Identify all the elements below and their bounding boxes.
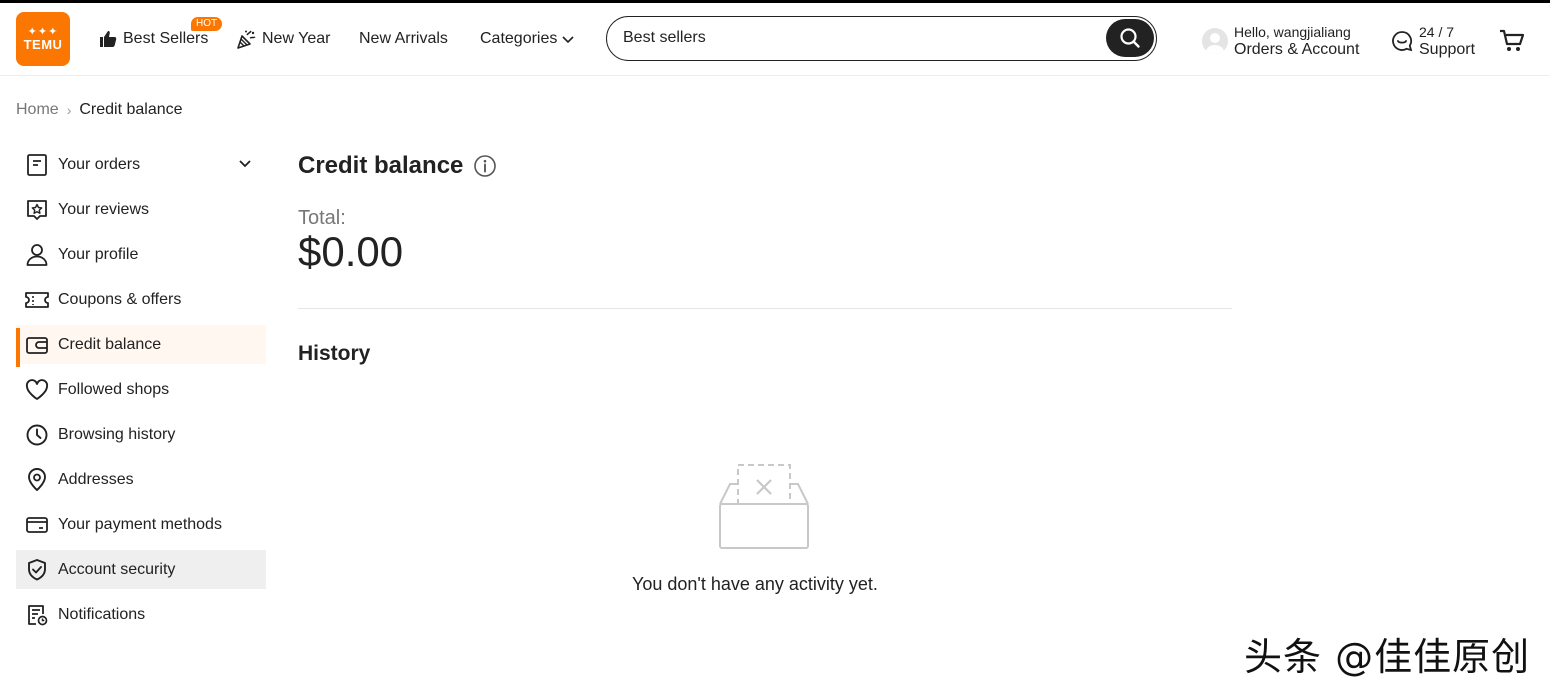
- shield-icon: [28, 558, 46, 580]
- total-balance-value: $0.00: [298, 228, 404, 275]
- search-icon: [1120, 28, 1140, 48]
- breadcrumb-separator: ›: [66, 102, 72, 118]
- heart-icon: [25, 378, 49, 400]
- history-heading: History: [298, 342, 371, 365]
- breadcrumb-home[interactable]: Home: [16, 101, 59, 119]
- sidebar-item-label: Addresses: [58, 470, 134, 488]
- party-popper-icon: [237, 30, 256, 49]
- sidebar-item-label: Followed shops: [58, 380, 170, 398]
- location-icon: [28, 467, 46, 491]
- cart-icon: [1500, 29, 1525, 51]
- chevron-down-icon[interactable]: [238, 156, 252, 170]
- coupon-icon: [25, 291, 49, 308]
- sidebar-item-reviews[interactable]: Your reviews: [16, 187, 266, 232]
- search-bar: [606, 16, 1157, 61]
- card-icon: [26, 516, 48, 533]
- nav-categories[interactable]: Categories: [480, 27, 575, 51]
- review-icon: [27, 199, 47, 220]
- hot-badge: HOT: [191, 17, 223, 31]
- nav-new-year-label: New Year: [262, 30, 331, 47]
- total-label: Total:: [298, 207, 346, 229]
- page-title-row: Credit balance: [298, 152, 497, 180]
- empty-state-text: You don't have any activity yet.: [632, 574, 878, 594]
- notification-icon: [28, 604, 48, 625]
- sidebar-item-account-security[interactable]: Account security: [16, 550, 266, 589]
- sidebar-item-browsing-history[interactable]: Browsing history: [16, 412, 266, 457]
- sidebar-item-addresses[interactable]: Addresses: [16, 457, 266, 502]
- temu-logo[interactable]: ✦✦✦ TEMU: [16, 12, 70, 66]
- sidebar-item-label: Credit balance: [58, 335, 162, 353]
- sidebar-item-label: Account security: [58, 560, 176, 578]
- logo-text: TEMU: [23, 37, 63, 52]
- sidebar-item-coupons[interactable]: Coupons & offers: [16, 277, 266, 322]
- breadcrumb-current: Credit balance: [79, 101, 183, 118]
- avatar: [1202, 28, 1228, 54]
- nav-new-year[interactable]: New Year: [236, 27, 331, 51]
- sidebar-item-credit-balance[interactable]: Credit balance: [16, 325, 266, 367]
- page-title: Credit balance: [298, 152, 464, 179]
- nav-new-arrivals-label: New Arrivals: [359, 30, 448, 47]
- section-divider: [298, 308, 1232, 309]
- sidebar-item-orders[interactable]: Your orders: [16, 142, 266, 187]
- sidebar-item-profile[interactable]: Your profile: [16, 232, 266, 277]
- support-label: Support: [1419, 41, 1476, 58]
- sidebar-item-label: Browsing history: [58, 425, 176, 443]
- orders-icon: [27, 153, 47, 176]
- chat-support-icon: [1392, 31, 1413, 52]
- account-sidebar: Your orders Your reviews Your profile Co…: [16, 142, 266, 637]
- watermark: 头条 @佳佳原创: [1244, 635, 1531, 679]
- sidebar-item-payment-methods[interactable]: Your payment methods: [16, 502, 266, 547]
- nav-best-sellers-label: Best Sellers: [123, 30, 209, 47]
- support-hours: 24 / 7: [1419, 24, 1455, 40]
- info-icon[interactable]: [473, 154, 497, 178]
- account-greeting: Hello, wangjialiang: [1234, 24, 1351, 40]
- sidebar-item-notifications[interactable]: Notifications: [16, 592, 266, 637]
- account-menu[interactable]: Hello, wangjialiang Orders & Account: [1202, 21, 1359, 61]
- thumbs-up-icon: [100, 31, 117, 47]
- clock-icon: [26, 424, 48, 445]
- sidebar-item-label: Coupons & offers: [58, 290, 182, 308]
- cart-button[interactable]: [1499, 29, 1525, 58]
- breadcrumb: Home › Credit balance: [16, 101, 183, 119]
- search-button[interactable]: [1106, 19, 1154, 57]
- site-header: ✦✦✦ TEMU Best Sellers HOT New Year New A…: [0, 3, 1550, 76]
- account-label: Orders & Account: [1234, 41, 1360, 58]
- wallet-icon: [26, 336, 48, 354]
- sidebar-item-label: Your orders: [58, 155, 141, 173]
- search-input[interactable]: [623, 17, 1093, 59]
- profile-icon: [26, 243, 48, 266]
- nav-new-arrivals[interactable]: New Arrivals: [359, 27, 448, 51]
- support-link[interactable]: 24 / 7 Support: [1391, 21, 1475, 61]
- sidebar-item-followed-shops[interactable]: Followed shops: [16, 367, 266, 412]
- empty-box-icon: [719, 464, 809, 549]
- nav-categories-label: Categories: [480, 30, 558, 47]
- chevron-down-icon: [562, 36, 574, 44]
- sidebar-item-label: Your payment methods: [58, 515, 222, 533]
- sidebar-item-label: Your profile: [58, 245, 139, 263]
- sidebar-item-label: Your reviews: [58, 200, 150, 218]
- sidebar-item-label: Notifications: [58, 605, 146, 623]
